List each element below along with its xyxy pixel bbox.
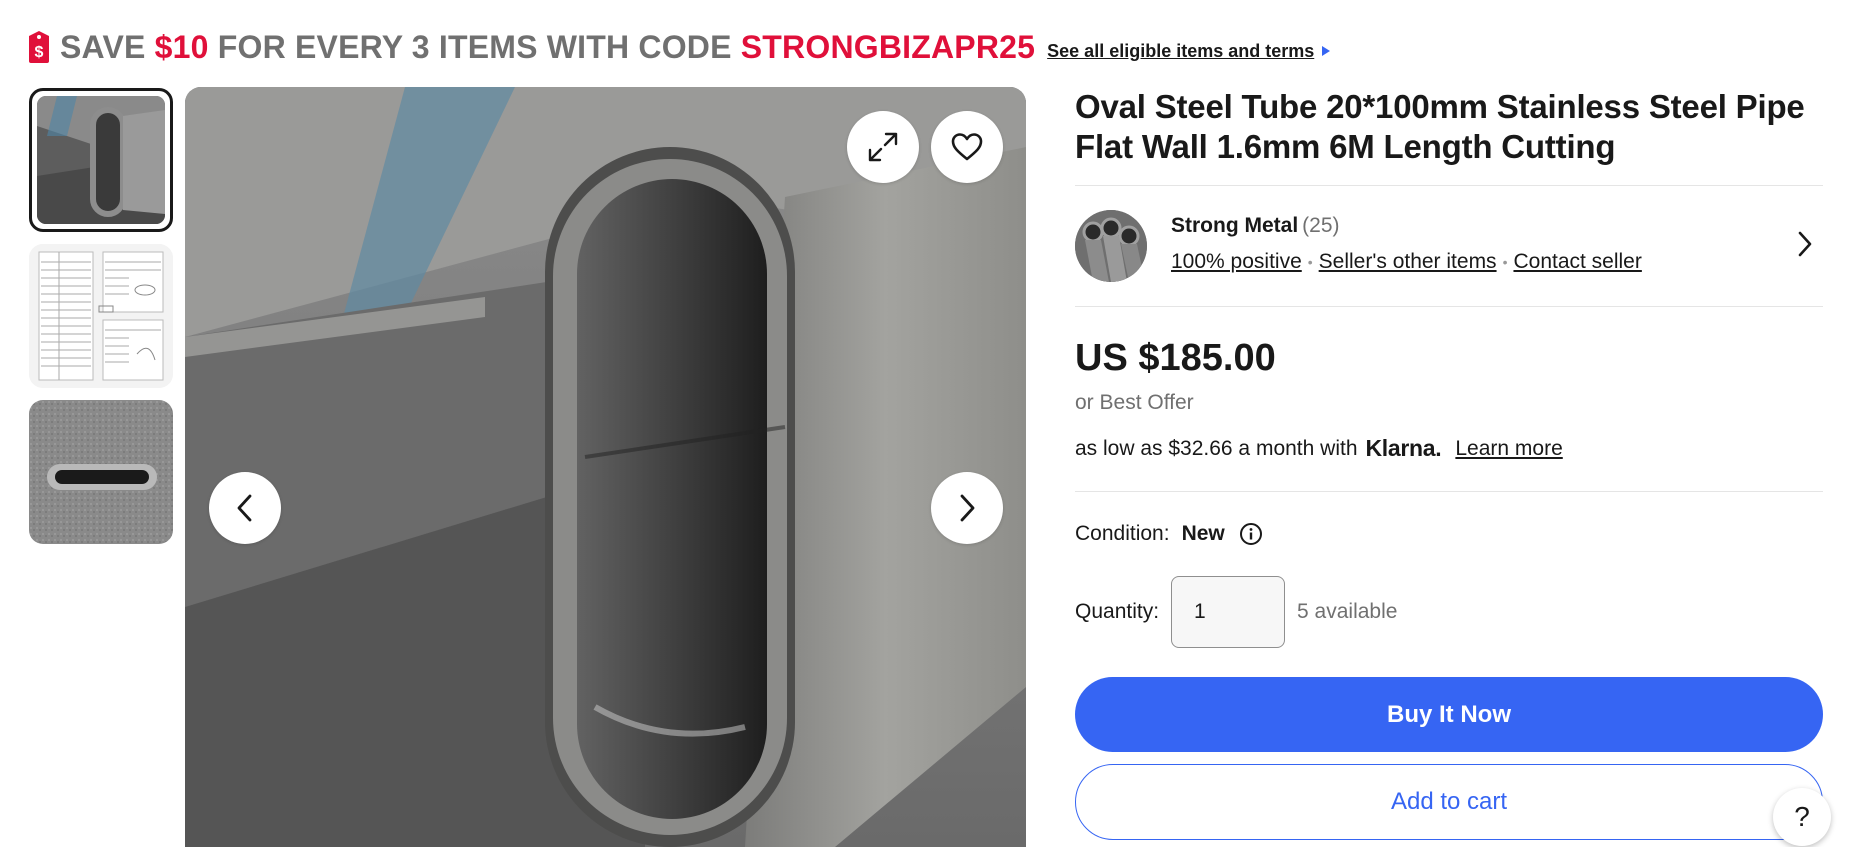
- seller-feedback-count: (25): [1302, 214, 1340, 237]
- play-arrow-icon: [1322, 46, 1331, 56]
- buy-it-now-button[interactable]: Buy It Now: [1075, 677, 1823, 752]
- sale-tag-icon: $: [29, 31, 49, 63]
- quantity-label: Quantity:: [1075, 600, 1160, 623]
- seller-logo: [1075, 210, 1147, 282]
- condition-label: Condition:: [1075, 522, 1170, 545]
- klarna-logo: Klarna.: [1365, 435, 1442, 461]
- listing-title: Oval Steel Tube 20*100mm Stainless Steel…: [1075, 88, 1805, 165]
- thumbnail-oval-tube[interactable]: [29, 88, 173, 232]
- chevron-right-icon: [1798, 231, 1812, 257]
- contact-seller-link[interactable]: Contact seller: [1513, 250, 1641, 273]
- seller-name[interactable]: Strong Metal (25): [1171, 214, 1340, 238]
- promo-text: SAVE $10 FOR EVERY 3 ITEMS WITH CODE STR…: [60, 28, 1036, 65]
- help-button[interactable]: ?: [1773, 788, 1831, 846]
- seller-links: 100% positive • Seller's other items • Conta…: [1171, 250, 1642, 274]
- divider: [1075, 491, 1823, 492]
- condition-value: New: [1181, 522, 1225, 545]
- promo-code: STRONGBIZAPR25: [740, 28, 1036, 65]
- add-to-cart-button[interactable]: Add to cart: [1075, 764, 1823, 840]
- klarna-financing: as low as $32.66 a month with Klarna. Le…: [1075, 435, 1563, 462]
- favorite-button[interactable]: [931, 111, 1003, 183]
- seller-chevron-button[interactable]: [1797, 230, 1813, 263]
- seller-other-items-link[interactable]: Seller's other items: [1319, 250, 1497, 273]
- svg-text:$: $: [35, 44, 44, 61]
- best-offer-text: or Best Offer: [1075, 391, 1194, 414]
- price: US $185.00: [1075, 337, 1276, 379]
- expand-button[interactable]: [847, 111, 919, 183]
- promo-amount: $10: [154, 28, 209, 65]
- next-image-button[interactable]: [931, 472, 1003, 544]
- size-table-thumb: [29, 244, 173, 388]
- quantity-input[interactable]: [1171, 576, 1286, 648]
- chevron-right-icon: [960, 494, 975, 522]
- thumbnail-size-table[interactable]: [29, 244, 173, 388]
- promo-banner: $ SAVE $10 FOR EVERY 3 ITEMS WITH CODE S…: [26, 24, 1331, 70]
- promo-terms-link[interactable]: See all eligible items and terms: [1047, 41, 1314, 62]
- previous-image-button[interactable]: [209, 472, 281, 544]
- tube-photo-thumb: [37, 96, 165, 224]
- seller-avatar[interactable]: [1075, 210, 1147, 282]
- expand-icon: [868, 132, 898, 162]
- learn-more-link[interactable]: Learn more: [1455, 437, 1562, 461]
- oval-tube-photo: [185, 87, 1026, 847]
- separator-dot: •: [1307, 254, 1313, 271]
- heart-icon: [951, 133, 983, 161]
- thumbnail-tube-end[interactable]: [29, 400, 173, 544]
- chevron-left-icon: [237, 494, 252, 522]
- klarna-text: as low as $32.66 a month with: [1075, 436, 1358, 460]
- listing-details: Oval Steel Tube 20*100mm Stainless Steel…: [1075, 87, 1823, 492]
- quantity-row: Quantity: 5 available: [1075, 576, 1397, 648]
- thumbnail-strip: [29, 88, 173, 556]
- seller-card[interactable]: Strong Metal (25) 100% positive • Seller's …: [1075, 186, 1823, 306]
- condition-row: Condition: New: [1075, 522, 1263, 546]
- seller-feedback-link[interactable]: 100% positive: [1171, 250, 1302, 273]
- tube-end-thumb: [29, 400, 173, 544]
- quantity-available: 5 available: [1297, 600, 1398, 623]
- info-icon[interactable]: [1239, 522, 1263, 546]
- price-section: US $185.00 or Best Offer as low as $32.6…: [1075, 307, 1823, 491]
- separator-dot: •: [1502, 254, 1508, 271]
- main-product-image[interactable]: [185, 87, 1026, 847]
